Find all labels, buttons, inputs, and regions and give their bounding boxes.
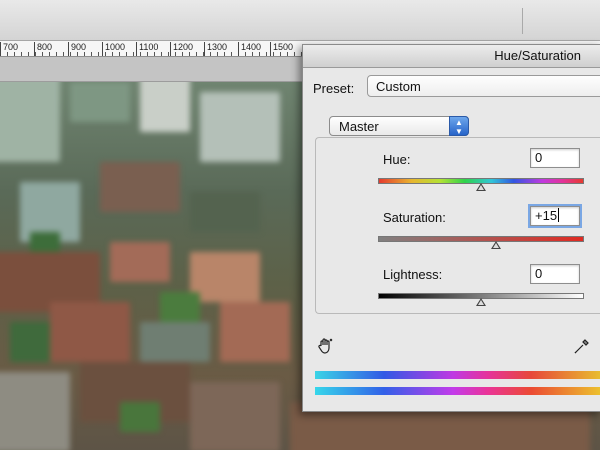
- input-color-bar: [315, 371, 600, 379]
- saturation-label: Saturation:: [383, 210, 446, 225]
- toolbar-separator: [522, 8, 523, 34]
- hue-slider-thumb[interactable]: [476, 183, 486, 191]
- ruler-label: 900: [68, 42, 86, 56]
- preset-select[interactable]: Custom: [367, 75, 600, 97]
- lightness-input[interactable]: 0: [530, 264, 580, 284]
- ruler-label: 800: [34, 42, 52, 56]
- channel-value: Master: [339, 119, 379, 134]
- ruler-label: 1400: [238, 42, 261, 56]
- lightness-label: Lightness:: [383, 267, 443, 282]
- saturation-value: +15: [535, 208, 558, 223]
- ruler-label: 1300: [204, 42, 227, 56]
- hue-saturation-dialog: Hue/Saturation Preset: Custom Master ▲ ▼ …: [302, 44, 600, 412]
- lightness-slider-thumb[interactable]: [476, 298, 486, 306]
- ruler-label: 1500: [270, 42, 293, 56]
- hue-input[interactable]: 0: [530, 148, 580, 168]
- saturation-slider-track[interactable]: [378, 236, 584, 242]
- ruler-label: 1100: [136, 42, 158, 56]
- hue-label: Hue:: [383, 152, 411, 167]
- chevron-updown-icon[interactable]: ▲ ▼: [449, 116, 469, 136]
- preset-label: Preset:: [313, 81, 355, 96]
- ruler-label: 700: [0, 42, 18, 56]
- ruler-label: 1200: [170, 42, 193, 56]
- channel-select[interactable]: Master ▲ ▼: [329, 116, 469, 136]
- saturation-slider-thumb[interactable]: [491, 241, 502, 249]
- eyedropper-icon[interactable]: [573, 337, 591, 355]
- dialog-title[interactable]: Hue/Saturation: [303, 45, 600, 68]
- saturation-input[interactable]: +15: [528, 204, 582, 228]
- hand-adjust-icon[interactable]: [317, 337, 335, 355]
- output-color-bar: [315, 387, 600, 395]
- text-caret: [558, 208, 560, 222]
- top-toolbar: [0, 0, 600, 41]
- ruler-label: 1000: [102, 42, 125, 56]
